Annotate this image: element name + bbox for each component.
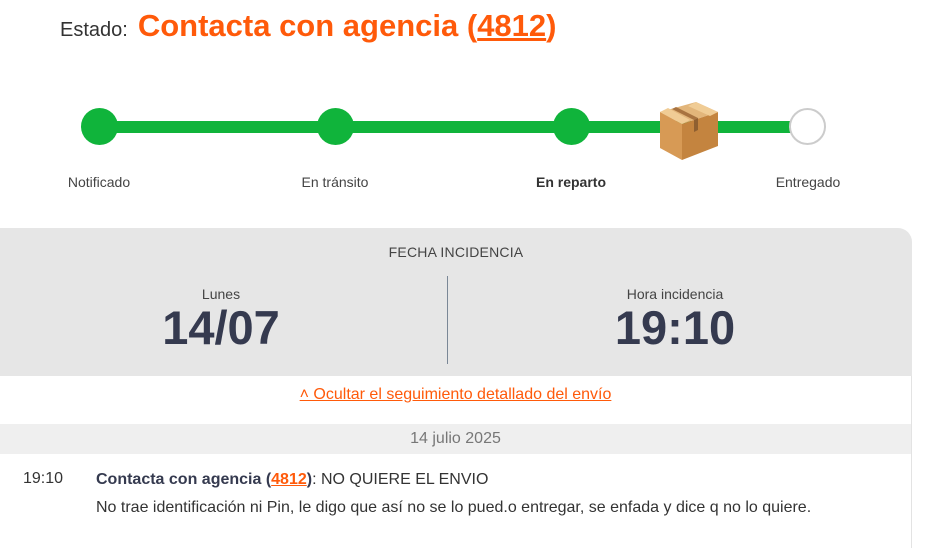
step-dot-entregado [789,108,826,145]
incident-date: 14/07 [162,301,280,354]
agency-code-link[interactable]: 4812 [477,8,546,43]
hide-detailed-tracking-link[interactable]: ˄ Ocultar el seguimiento detallado del e… [300,386,612,403]
incident-divider [447,276,448,364]
step-label-en-reparto: En reparto [535,174,606,190]
step-dot-notificado [81,108,118,145]
entry-message: No trae identificación ni Pin, le digo q… [96,499,812,516]
incident-time-block: Hora incidencia 19:10 [525,286,825,354]
tracking-detail-panel: ˄ Ocultar el seguimiento detallado del e… [0,376,912,548]
step-label-en-transito: En tránsito [301,174,369,190]
progress-line-2 [336,121,572,133]
entry-note: : NO QUIERE EL ENVIO [312,471,489,488]
step-label-notificado: Notificado [67,174,131,190]
package-box-icon [660,102,718,160]
entry-agency-code-link[interactable]: 4812 [271,471,307,488]
step-dot-en-reparto [553,108,590,145]
shipment-progress-tracker: Notificado En tránsito En reparto Entreg… [0,90,939,200]
status-value: Contacta con agencia (4812) [138,8,557,44]
incident-time-label: Hora incidencia [626,286,724,302]
status-close: ) [546,8,557,43]
incident-date-block: Lunes 14/07 [71,286,371,354]
tracking-date-header: 14 julio 2025 [0,424,911,454]
entry-status: Contacta con agencia ( [96,471,272,488]
progress-line-1 [100,121,336,133]
status-title: Contacta con agencia ( [137,8,478,43]
entry-time: 19:10 [23,470,64,487]
status-label: Estado: [60,19,128,41]
incident-title: FECHA INCIDENCIA [388,244,524,260]
incident-card: FECHA INCIDENCIA Lunes 14/07 Hora incide… [0,228,912,376]
status-header: Estado: Contacta con agencia (4812) [60,8,556,44]
incident-day-label: Lunes [201,286,241,302]
entry-head: Contacta con agencia (4812): NO QUIERE E… [96,466,866,494]
step-dot-en-transito [317,108,354,145]
step-label-entregado: Entregado [775,174,841,190]
incident-time: 19:10 [614,301,736,354]
entry-body: Contacta con agencia (4812): NO QUIERE E… [96,470,866,522]
toggle-row: ˄ Ocultar el seguimiento detallado del e… [0,386,911,404]
